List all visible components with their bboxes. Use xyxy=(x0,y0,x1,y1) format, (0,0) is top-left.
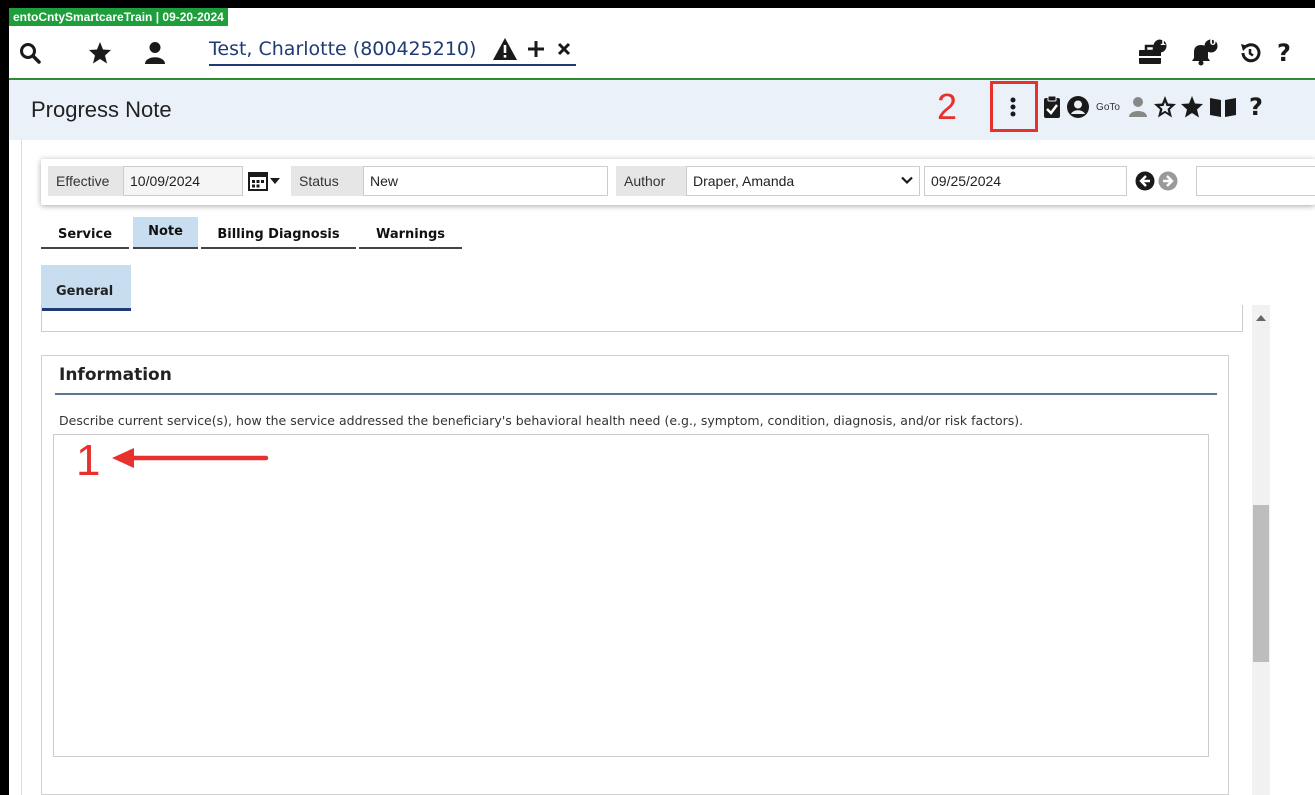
person-icon[interactable] xyxy=(1127,94,1149,120)
status-field[interactable]: New xyxy=(363,166,608,196)
tab-billing-diagnosis[interactable]: Billing Diagnosis xyxy=(201,217,356,249)
next-arrow-icon[interactable] xyxy=(1158,171,1178,195)
author-label: Author xyxy=(616,166,686,196)
clipboard-check-icon[interactable] xyxy=(1041,94,1063,120)
warning-icon[interactable] xyxy=(492,37,518,61)
star-outline-icon[interactable] xyxy=(1153,94,1177,120)
client-name[interactable]: Test, Charlotte (800425210) xyxy=(209,38,476,60)
bell-badge: 0 xyxy=(1209,38,1216,48)
extra-field[interactable] xyxy=(1196,166,1315,196)
annotation-number-1: 1 xyxy=(76,436,101,485)
previous-section-box xyxy=(41,305,1243,332)
star-icon[interactable] xyxy=(1180,94,1204,120)
section-divider xyxy=(55,393,1217,395)
client-selector[interactable]: Test, Charlotte (800425210) xyxy=(209,34,577,66)
environment-badge: entoCntySmartcareTrain | 09-20-2024 xyxy=(9,8,228,26)
favorite-star-icon[interactable] xyxy=(87,40,113,66)
client-person-icon[interactable] xyxy=(142,40,168,66)
section-description: Describe current service(s), how the ser… xyxy=(59,413,1024,428)
annotation-number-2: 2 xyxy=(937,86,958,127)
effective-label: Effective xyxy=(48,166,123,196)
scrollbar-thumb[interactable] xyxy=(1253,505,1269,662)
service-description-textarea[interactable] xyxy=(53,434,1209,757)
note-header-filters: Effective 10/09/2024 Status New Author D… xyxy=(41,159,1315,205)
vertical-scrollbar[interactable] xyxy=(1252,305,1270,795)
status-label: Status xyxy=(291,166,363,196)
search-icon[interactable] xyxy=(17,40,43,66)
history-icon[interactable] xyxy=(1237,40,1263,66)
close-icon[interactable] xyxy=(556,41,572,57)
briefcase-badge: 1 xyxy=(1159,38,1166,48)
tab-service[interactable]: Service xyxy=(41,217,129,249)
section-title: Information xyxy=(59,365,172,385)
add-icon[interactable] xyxy=(526,39,546,59)
scroll-up-icon[interactable] xyxy=(1256,315,1266,321)
page-title: Progress Note xyxy=(31,97,172,122)
tab-warnings[interactable]: Warnings xyxy=(359,217,462,249)
more-options-icon[interactable] xyxy=(1005,94,1021,120)
notification-bell-icon[interactable]: 0 xyxy=(1189,38,1219,66)
information-section: Information Describe current service(s),… xyxy=(41,355,1229,795)
title-bar: Progress Note 2 GoTo ? xyxy=(9,80,1315,140)
author-select[interactable]: Draper, Amanda xyxy=(686,166,920,196)
book-icon[interactable] xyxy=(1209,94,1237,120)
calendar-icon[interactable] xyxy=(248,171,280,191)
previous-arrow-icon[interactable] xyxy=(1135,171,1155,195)
help-icon[interactable]: ? xyxy=(1271,39,1297,67)
tab-note[interactable]: Note xyxy=(133,217,198,249)
chevron-down-icon xyxy=(901,176,913,185)
author-select-value: Draper, Amanda xyxy=(693,173,795,189)
briefcase-icon[interactable]: 1 xyxy=(1137,38,1167,66)
effective-date-field[interactable]: 10/09/2024 xyxy=(123,166,243,196)
user-circle-icon[interactable] xyxy=(1066,94,1090,120)
title-help-icon[interactable]: ? xyxy=(1246,93,1266,121)
date-field[interactable]: 09/25/2024 xyxy=(924,166,1127,196)
left-sidebar xyxy=(9,140,22,795)
goto-button[interactable]: GoTo xyxy=(1092,94,1124,120)
annotation-arrow-icon xyxy=(112,447,270,473)
